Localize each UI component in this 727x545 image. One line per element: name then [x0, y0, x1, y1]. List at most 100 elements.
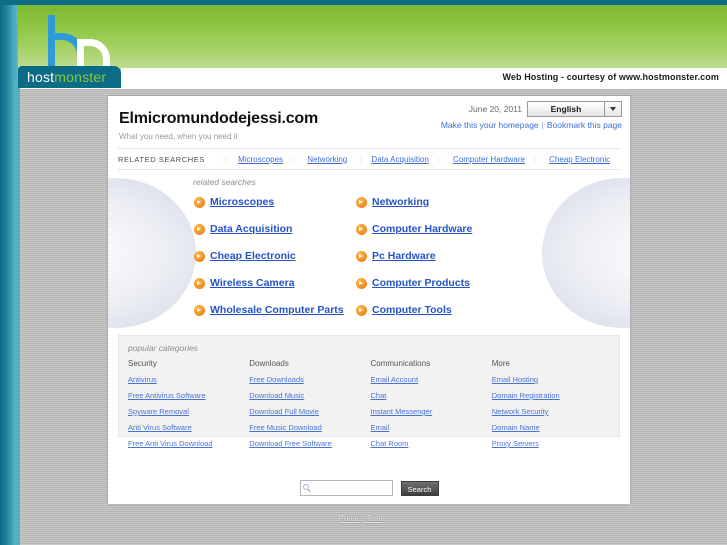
related-search-item[interactable]: Wireless Camera — [194, 277, 356, 289]
category-link[interactable]: Proxy Servers — [492, 439, 613, 448]
arrow-bullet-icon — [194, 196, 205, 208]
related-searches-bar-label: RELATED SEARCHES — [118, 154, 205, 164]
arrow-bullet-icon — [194, 250, 205, 262]
arrow-bullet-icon — [194, 277, 205, 289]
brand-monster-text: monster — [54, 69, 107, 85]
decorative-blob-left — [108, 178, 196, 328]
related-search-item[interactable]: Computer Hardware — [356, 223, 518, 235]
category-link[interactable]: Email — [371, 423, 492, 432]
category-link[interactable]: Antivirus — [128, 375, 249, 384]
related-search-link-9[interactable]: Computer Tools — [372, 304, 452, 316]
tagline-text: Web Hosting - courtesy of www.hostmonste… — [502, 72, 719, 82]
search-row: Search — [108, 480, 630, 496]
category-link[interactable]: Domain Registration — [492, 391, 613, 400]
category-link[interactable]: Anti Virus Software — [128, 423, 249, 432]
bar-dots-0: :: — [222, 154, 230, 164]
header-link-separator: | — [541, 120, 544, 130]
page-subtitle: What you need, when you need it — [119, 132, 238, 141]
related-search-link-3[interactable]: Computer Hardware — [372, 223, 472, 235]
popular-categories-box: popular categories Security Antivirus Fr… — [118, 335, 620, 448]
category-column-more: More Email Hosting Domain Registration N… — [492, 359, 613, 455]
category-link[interactable]: Free Antivirus Software — [128, 391, 249, 400]
category-link[interactable]: Email Hosting — [492, 375, 613, 384]
related-bar-link-3[interactable]: Computer Hardware — [453, 155, 525, 164]
category-link[interactable]: Free Anti Virus Download — [128, 439, 249, 448]
related-searches-grid: Microscopes Networking Data Acquisition … — [194, 196, 554, 316]
arrow-bullet-icon — [356, 223, 367, 235]
search-input[interactable] — [313, 482, 390, 494]
related-bar-link-4[interactable]: Cheap Electronic — [549, 155, 610, 164]
related-search-item[interactable]: Wholesale Computer Parts — [194, 304, 356, 316]
search-input-wrapper[interactable] — [299, 480, 393, 496]
category-link[interactable]: Instant Messenger — [371, 407, 492, 416]
popular-categories-heading: popular categories — [128, 343, 198, 353]
date-label: June 20, 2011 — [468, 104, 522, 114]
chevron-down-icon[interactable] — [604, 102, 621, 116]
related-search-item[interactable]: Pc Hardware — [356, 250, 518, 262]
category-title: Communications — [370, 359, 431, 368]
related-search-link-6[interactable]: Wireless Camera — [210, 277, 295, 289]
related-search-item[interactable]: Data Acquisition — [194, 223, 356, 235]
category-title: Security — [128, 359, 157, 368]
masthead-banner — [18, 5, 727, 73]
privacy-policy-link[interactable]: Privacy Policy — [339, 514, 389, 523]
decorative-blob-right — [542, 178, 630, 328]
related-search-item[interactable]: Networking — [356, 196, 518, 208]
related-search-item[interactable]: Computer Tools — [356, 304, 518, 316]
bookmark-page-link[interactable]: Bookmark this page — [547, 120, 622, 130]
page-title: Elmicromundodejessi.com — [119, 110, 319, 127]
related-search-link-5[interactable]: Pc Hardware — [372, 250, 436, 262]
category-link[interactable]: Chat — [371, 391, 492, 400]
related-searches-bar: RELATED SEARCHES :: Microscopes :: Netwo… — [118, 148, 620, 170]
related-search-link-8[interactable]: Wholesale Computer Parts — [210, 304, 344, 316]
related-bar-link-2[interactable]: Data Acquisition — [371, 155, 428, 164]
related-search-item[interactable]: Microscopes — [194, 196, 356, 208]
category-link[interactable]: Free Music Download — [249, 423, 370, 432]
related-search-item[interactable]: Cheap Electronic — [194, 250, 356, 262]
header-links: Make this your homepage | Bookmark this pa… — [441, 120, 622, 130]
bar-dots-1: :: — [292, 154, 299, 164]
content-card: Elmicromundodejessi.com What you need, w… — [108, 96, 630, 504]
arrow-bullet-icon — [194, 223, 205, 235]
related-searches-heading: related searches — [193, 177, 256, 187]
category-column-downloads: Downloads Free Downloads Download Music … — [249, 359, 370, 455]
category-link[interactable]: Free Downloads — [249, 375, 370, 384]
card-header: Elmicromundodejessi.com What you need, w… — [108, 96, 630, 148]
related-bar-link-0[interactable]: Microscopes — [238, 155, 283, 164]
search-icon — [302, 483, 312, 493]
category-link[interactable]: Email Account — [371, 375, 492, 384]
category-link[interactable]: Network Security — [492, 407, 613, 416]
related-search-link-0[interactable]: Microscopes — [210, 196, 274, 208]
arrow-bullet-icon — [194, 304, 205, 316]
category-link[interactable]: Download Full Movie — [249, 407, 370, 416]
page-frame: hostmonster Web Hosting - courtesy of ww… — [0, 0, 727, 545]
tagline-strip: Web Hosting - courtesy of www.hostmonste… — [121, 68, 727, 89]
category-link[interactable]: Download Music — [249, 391, 370, 400]
search-button[interactable]: Search — [400, 480, 439, 496]
category-link[interactable]: Download Free Software — [249, 439, 370, 448]
footer: Privacy Policy — [0, 508, 727, 526]
related-bar-link-1[interactable]: Networking — [307, 155, 347, 164]
category-title: More — [491, 359, 510, 368]
related-search-link-7[interactable]: Computer Products — [372, 277, 470, 289]
related-searches-panel: related searches Microscopes Networking … — [108, 170, 630, 335]
popular-categories-columns: Security Antivirus Free Antivirus Softwa… — [128, 359, 613, 455]
related-search-item[interactable]: Computer Products — [356, 277, 518, 289]
bar-dots-2: :: — [356, 154, 363, 164]
category-column-communications: Communications Email Account Chat Instan… — [371, 359, 492, 455]
make-homepage-link[interactable]: Make this your homepage — [441, 120, 539, 130]
brand-tab[interactable]: hostmonster — [18, 66, 121, 88]
category-link[interactable]: Spyware Removal — [128, 407, 249, 416]
arrow-bullet-icon — [356, 304, 367, 316]
category-link[interactable]: Domain Name — [492, 423, 613, 432]
category-title: Downloads — [249, 359, 289, 368]
language-select-value: English — [550, 104, 582, 114]
category-column-security: Security Antivirus Free Antivirus Softwa… — [128, 359, 249, 455]
related-search-link-4[interactable]: Cheap Electronic — [210, 250, 296, 262]
category-link[interactable]: Chat Room — [371, 439, 492, 448]
arrow-bullet-icon — [356, 250, 367, 262]
language-select[interactable]: English — [527, 101, 622, 117]
arrow-bullet-icon — [356, 196, 367, 208]
related-search-link-1[interactable]: Networking — [372, 196, 429, 208]
related-search-link-2[interactable]: Data Acquisition — [210, 223, 292, 235]
